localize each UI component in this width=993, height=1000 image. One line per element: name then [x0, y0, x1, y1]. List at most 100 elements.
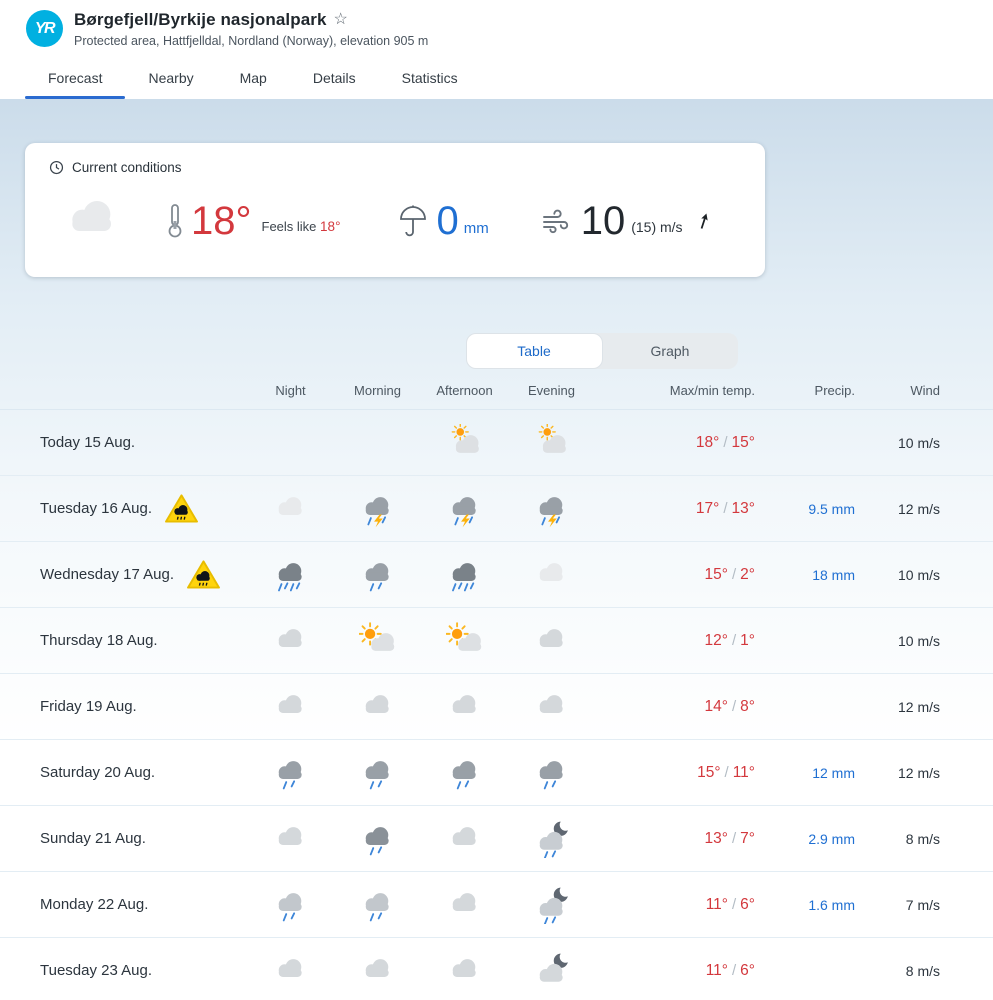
table-header-row: Night Morning Afternoon Evening Max/min …	[0, 383, 993, 410]
page-header: YR Børgefjell/Byrkije nasjonalpark ☆ Pro…	[0, 0, 993, 99]
yr-logo[interactable]: YR	[26, 10, 63, 47]
wind-gust-unit: (15) m/s	[631, 219, 682, 235]
precip-value: 1.6 mm	[755, 897, 855, 913]
min-temp: 6°	[740, 896, 755, 913]
page-title: Børgefjell/Byrkije nasjonalpark	[74, 10, 327, 30]
max-temp: 18°	[696, 434, 719, 451]
min-temp: 2°	[740, 566, 755, 583]
weather-icon-evening	[508, 952, 595, 990]
col-morning: Morning	[334, 383, 421, 398]
thermometer-icon	[167, 203, 183, 239]
wind-value: 8 m/s	[855, 831, 940, 847]
weather-icon-night	[247, 952, 334, 990]
current-precipitation-group: 0 mm	[398, 201, 488, 241]
max-temp: 11°	[706, 896, 728, 913]
weather-icon-night	[247, 490, 334, 528]
tab-bar: Forecast Nearby Map Details Statistics	[0, 61, 993, 99]
weather-icon-afternoon	[421, 424, 508, 462]
day-label: Thursday 18 Aug.	[40, 632, 158, 649]
weather-icon-evening	[508, 556, 595, 594]
tab-details[interactable]: Details	[290, 61, 379, 99]
col-maxmin-temp: Max/min temp.	[595, 383, 755, 398]
tab-forecast[interactable]: Forecast	[25, 61, 125, 99]
day-label: Tuesday 23 Aug.	[40, 962, 152, 979]
current-temperature: 18°	[191, 201, 252, 241]
weather-icon-morning	[334, 886, 421, 924]
weather-icon-afternoon	[421, 820, 508, 858]
table-row[interactable]: Today 15 Aug. 18°/15°	[0, 410, 993, 476]
current-wind-group: 10 (15) m/s	[541, 201, 713, 241]
tab-map[interactable]: Map	[217, 61, 290, 99]
weather-icon-evening	[508, 754, 595, 792]
weather-icon-evening	[508, 622, 595, 660]
precip-value: 12 mm	[755, 765, 855, 781]
max-temp: 12°	[705, 632, 728, 649]
wind-direction-arrow	[695, 209, 713, 238]
table-row[interactable]: Saturday 20 Aug. 15°/	[0, 740, 993, 806]
tab-nearby[interactable]: Nearby	[125, 61, 216, 99]
weather-icon-afternoon	[421, 556, 508, 594]
current-weather-icon	[61, 189, 125, 253]
max-temp: 17°	[696, 500, 719, 517]
wind-value: 12 m/s	[855, 501, 940, 517]
umbrella-icon	[398, 204, 428, 241]
location-subtitle: Protected area, Hattfjelldal, Nordland (…	[74, 34, 428, 48]
min-temp: 7°	[740, 830, 755, 847]
warning-icon	[164, 493, 199, 524]
weather-icon-afternoon	[421, 886, 508, 924]
view-toggle: Table Graph	[105, 333, 993, 369]
wind-value: 10 m/s	[855, 435, 940, 451]
favorite-star-icon[interactable]: ☆	[334, 12, 348, 28]
forecast-content: Current conditions 18° Feels like 18°	[0, 99, 993, 999]
warning-icon	[186, 559, 221, 590]
table-row[interactable]: Wednesday 17 Aug. 15°	[0, 542, 993, 608]
table-row[interactable]: Thursday 18 Aug. 12°/	[0, 608, 993, 674]
current-conditions-label: Current conditions	[72, 160, 182, 175]
min-temp: 1°	[740, 632, 755, 649]
weather-icon-morning	[334, 622, 421, 660]
toggle-table-button[interactable]: Table	[466, 333, 603, 369]
min-temp: 13°	[732, 500, 755, 517]
wind-value: 12 m/s	[855, 765, 940, 781]
max-temp: 13°	[705, 830, 728, 847]
current-conditions-card: Current conditions 18° Feels like 18°	[25, 143, 765, 277]
max-temp: 11°	[706, 962, 728, 979]
wind-value: 8 m/s	[855, 963, 940, 979]
weather-icon-night	[247, 886, 334, 924]
table-row[interactable]: Tuesday 16 Aug. 17°/1	[0, 476, 993, 542]
table-row[interactable]: Monday 22 Aug. 11°/6°	[0, 872, 993, 938]
wind-value: 10 m/s	[855, 633, 940, 649]
weather-icon-afternoon	[421, 754, 508, 792]
weather-icon-evening	[508, 688, 595, 726]
table-row[interactable]: Friday 19 Aug. 14°/8°	[0, 674, 993, 740]
wind-icon	[541, 207, 573, 235]
weather-icon-evening	[508, 820, 595, 858]
weather-icon-evening	[508, 886, 595, 924]
weather-icon-morning	[334, 556, 421, 594]
table-row[interactable]: Tuesday 23 Aug. 11°/6	[0, 938, 993, 1000]
weather-icon-morning	[334, 754, 421, 792]
weather-icon-afternoon	[421, 952, 508, 990]
weather-icon-morning	[334, 820, 421, 858]
current-precipitation: 0	[436, 201, 458, 241]
current-temperature-group: 18° Feels like 18°	[167, 201, 340, 241]
col-wind: Wind	[855, 383, 940, 398]
day-label: Wednesday 17 Aug.	[40, 566, 174, 583]
weather-icon-afternoon	[421, 622, 508, 660]
day-label: Monday 22 Aug.	[40, 896, 148, 913]
toggle-graph-button[interactable]: Graph	[603, 333, 738, 369]
wind-value: 7 m/s	[855, 897, 940, 913]
precip-value: 18 mm	[755, 567, 855, 583]
weather-icon-morning	[334, 490, 421, 528]
col-night: Night	[247, 383, 334, 398]
weather-icon-afternoon	[421, 688, 508, 726]
weather-icon-evening	[508, 424, 595, 462]
precipitation-unit: mm	[464, 220, 489, 241]
weather-icon-night	[247, 622, 334, 660]
day-label: Tuesday 16 Aug.	[40, 500, 152, 517]
min-temp: 15°	[732, 434, 755, 451]
table-row[interactable]: Sunday 21 Aug. 13°/7°	[0, 806, 993, 872]
table-body: Today 15 Aug. 18°/15°	[0, 410, 993, 1000]
tab-statistics[interactable]: Statistics	[379, 61, 481, 99]
precip-value: 2.9 mm	[755, 831, 855, 847]
